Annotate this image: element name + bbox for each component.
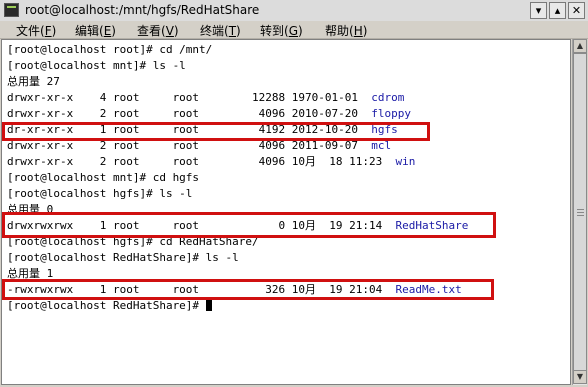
line-text: drwxr-xr-x 4 root root 12288 1970-01-01 (7, 91, 372, 104)
menu-bar: 文件(F) 编辑(E) 查看(V) 终端(T) 转到(G) 帮助(H) (0, 21, 588, 39)
menu-help-label: 帮助 (325, 24, 350, 38)
grip-line (577, 215, 584, 216)
menu-terminal-label: 终端 (200, 24, 225, 38)
close-button[interactable]: ✕ (568, 2, 585, 19)
vertical-scrollbar[interactable]: ▲ ▼ (572, 39, 587, 385)
highlight-box-redhatshare (2, 212, 496, 238)
terminal-line: drwxr-xr-x 2 root root 4096 10月 18 11:23… (7, 154, 415, 170)
grip-line (577, 209, 584, 210)
menu-help[interactable]: 帮助(H) (325, 22, 367, 39)
menu-terminal-key: T (228, 24, 237, 38)
menu-terminal[interactable]: 终端(T) (200, 22, 241, 39)
menu-file[interactable]: 文件(F) (16, 22, 56, 39)
menu-go-label: 转到 (260, 24, 285, 38)
grip-line (577, 212, 584, 213)
terminal-line: [root@localhost mnt]# ls -l (7, 59, 186, 72)
title-bar[interactable]: root@localhost:/mnt/hgfs/RedHatShare ▾ ▴… (0, 0, 588, 22)
menu-help-key: H (353, 24, 363, 38)
terminal-line: drwxr-xr-x 2 root root 4096 2010-07-20 f… (7, 106, 411, 122)
scroll-down-button[interactable]: ▼ (573, 370, 587, 384)
line-text: drwxr-xr-x 2 root root 4096 2010-07-20 (7, 107, 372, 120)
menu-file-label: 文件 (16, 24, 41, 38)
terminal-icon (4, 3, 19, 17)
line-text: drwxr-xr-x 2 root root 4096 10月 18 11:23 (7, 155, 396, 168)
terminal-line: 总用量 27 (7, 75, 60, 88)
terminal-prompt-line: [root@localhost RedHatShare]# (7, 298, 212, 314)
terminal-line: [root@localhost root]# cd /mnt/ (7, 43, 213, 56)
window-title: root@localhost:/mnt/hgfs/RedHatShare (25, 3, 260, 17)
menu-edit-label: 编辑 (75, 24, 100, 38)
terminal-line: [root@localhost mnt]# cd hgfs (7, 171, 200, 184)
highlight-box-readme (2, 279, 494, 300)
highlight-box-hgfs (2, 122, 430, 141)
scroll-thumb[interactable] (573, 53, 587, 371)
menu-file-key: F (44, 24, 52, 38)
terminal-output[interactable]: [root@localhost root]# cd /mnt/ [root@lo… (1, 39, 571, 385)
minimize-button[interactable]: ▾ (530, 2, 547, 19)
terminal-line: [root@localhost hgfs]# ls -l (7, 187, 193, 200)
maximize-button[interactable]: ▴ (549, 2, 566, 19)
dir-name: cdrom (371, 91, 405, 104)
menu-view-label: 查看 (137, 24, 162, 38)
menu-edit-key: E (103, 24, 112, 38)
menu-view-key: V (165, 24, 174, 38)
dir-name: floppy (371, 107, 411, 120)
scroll-up-button[interactable]: ▲ (573, 39, 587, 53)
menu-go[interactable]: 转到(G) (260, 22, 303, 39)
menu-edit[interactable]: 编辑(E) (75, 22, 116, 39)
menu-view[interactable]: 查看(V) (137, 22, 179, 39)
prompt-text: [root@localhost RedHatShare]# (7, 299, 206, 312)
terminal-window: root@localhost:/mnt/hgfs/RedHatShare ▾ ▴… (0, 0, 588, 387)
dir-name: win (395, 155, 416, 168)
menu-go-key: G (288, 24, 299, 38)
terminal-line: drwxr-xr-x 4 root root 12288 1970-01-01 … (7, 90, 404, 106)
terminal-line: [root@localhost RedHatShare]# ls -l (7, 251, 239, 264)
